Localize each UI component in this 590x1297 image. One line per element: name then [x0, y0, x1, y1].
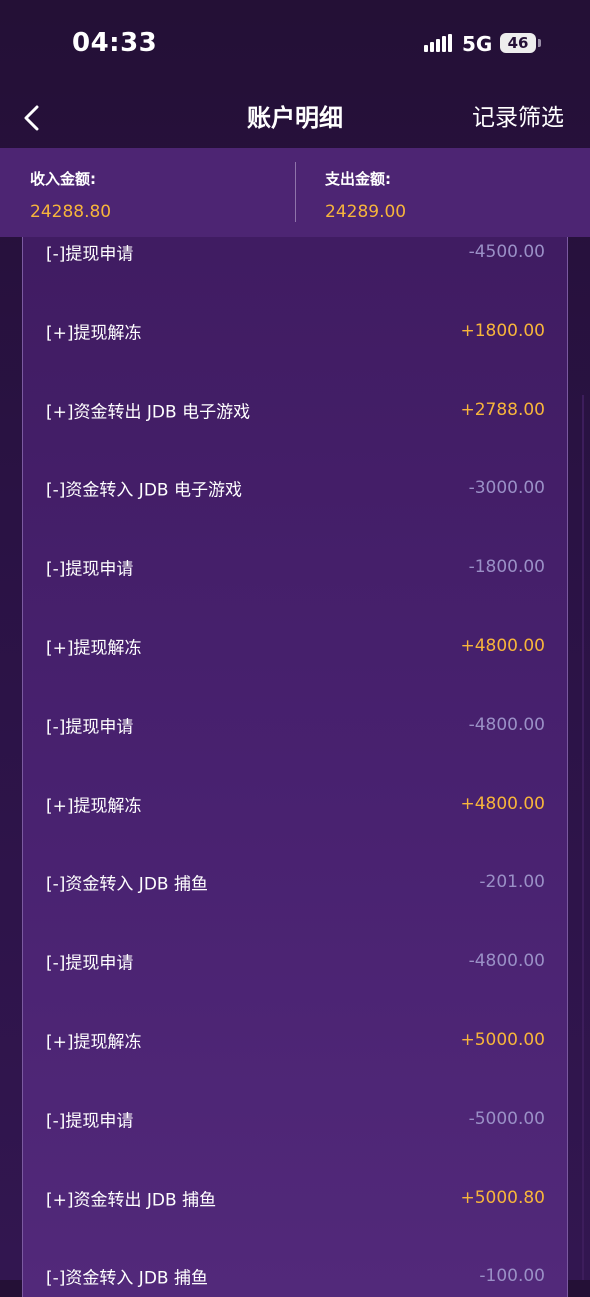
- record-row[interactable]: [-]提现申请 -4800.00: [23, 685, 567, 764]
- record-description: [-]资金转入 JDB 电子游戏: [46, 480, 242, 501]
- record-amount: -1800.00: [468, 557, 545, 578]
- record-description: [-]提现申请: [46, 559, 134, 580]
- expense-label: 支出金额:: [325, 170, 391, 188]
- record-row[interactable]: [-]提现申请 -5000.00: [23, 1079, 567, 1158]
- record-row[interactable]: [-]资金转入 JDB 捕鱼 -201.00: [23, 843, 567, 922]
- record-description: [-]提现申请: [46, 1111, 134, 1132]
- network-label: 5G: [462, 32, 493, 56]
- record-amount: -4500.00: [468, 242, 545, 262]
- record-row[interactable]: [+]提现解冻 +4800.00: [23, 607, 567, 686]
- record-amount: -100.00: [479, 1266, 545, 1287]
- record-row[interactable]: [-]资金转入 JDB 电子游戏 -3000.00: [23, 449, 567, 528]
- record-row[interactable]: [+]资金转出 JDB 捕鱼 +5000.80: [23, 1158, 567, 1237]
- record-description: [+]资金转出 JDB 电子游戏: [46, 402, 251, 423]
- signal-icon: [424, 34, 454, 52]
- record-row[interactable]: [-]提现申请 -4800.00: [23, 922, 567, 1001]
- summary-bar: 收入金额: 24288.80 支出金额: 24289.00: [0, 148, 590, 237]
- record-row[interactable]: [+]提现解冻 +5000.00: [23, 1001, 567, 1080]
- record-description: [+]提现解冻: [46, 638, 142, 659]
- scroll-track: [582, 395, 584, 1280]
- status-bar: 04:33 5G 46: [0, 0, 590, 88]
- record-description: [-]提现申请: [46, 953, 134, 974]
- nav-bar: 账户明细 记录筛选: [0, 88, 590, 148]
- record-amount: -4800.00: [468, 951, 545, 972]
- expense-summary: 支出金额: 24289.00: [296, 148, 590, 237]
- record-description: [-]提现申请: [46, 244, 134, 265]
- record-description: [+]资金转出 JDB 捕鱼: [46, 1190, 217, 1211]
- record-amount: +2788.00: [460, 399, 545, 420]
- record-description: [-]提现申请: [46, 717, 134, 738]
- battery-icon: 46: [500, 33, 536, 53]
- status-time: 04:33: [72, 28, 158, 58]
- record-amount: +4800.00: [460, 793, 545, 814]
- records-panel[interactable]: [-]提现申请 -4500.00 [+]提现解冻 +1800.00 [+]资金转出 JD…: [22, 237, 568, 1297]
- record-amount: -4800.00: [468, 714, 545, 735]
- income-summary: 收入金额: 24288.80: [0, 148, 295, 237]
- filter-records-button[interactable]: 记录筛选: [472, 98, 564, 132]
- battery-tip: [538, 39, 541, 47]
- record-row[interactable]: [-]提现申请 -1800.00: [23, 528, 567, 607]
- record-description: [+]提现解冻: [46, 796, 142, 817]
- record-row[interactable]: [+]提现解冻 +4800.00: [23, 764, 567, 843]
- record-amount: +1800.00: [460, 320, 545, 341]
- record-amount: -5000.00: [468, 1108, 545, 1129]
- record-row[interactable]: [-]提现申请 -4500.00: [23, 237, 567, 292]
- record-description: [-]资金转入 JDB 捕鱼: [46, 1268, 208, 1289]
- income-value: 24288.80: [30, 202, 112, 222]
- record-row[interactable]: [-]资金转入 JDB 捕鱼 -100.00: [23, 1237, 567, 1297]
- income-label: 收入金额:: [30, 170, 96, 188]
- record-description: [+]提现解冻: [46, 323, 142, 344]
- record-amount: +5000.00: [460, 1030, 545, 1050]
- record-row[interactable]: [+]资金转出 JDB 电子游戏 +2788.00: [23, 370, 567, 449]
- record-description: [-]资金转入 JDB 捕鱼: [46, 874, 208, 895]
- record-amount: -201.00: [479, 872, 545, 893]
- record-row[interactable]: [+]提现解冻 +1800.00: [23, 291, 567, 370]
- expense-value: 24289.00: [325, 202, 407, 222]
- record-description: [+]提现解冻: [46, 1032, 142, 1053]
- record-amount: +5000.80: [460, 1187, 545, 1208]
- record-amount: -3000.00: [468, 478, 545, 499]
- record-amount: +4800.00: [460, 636, 545, 656]
